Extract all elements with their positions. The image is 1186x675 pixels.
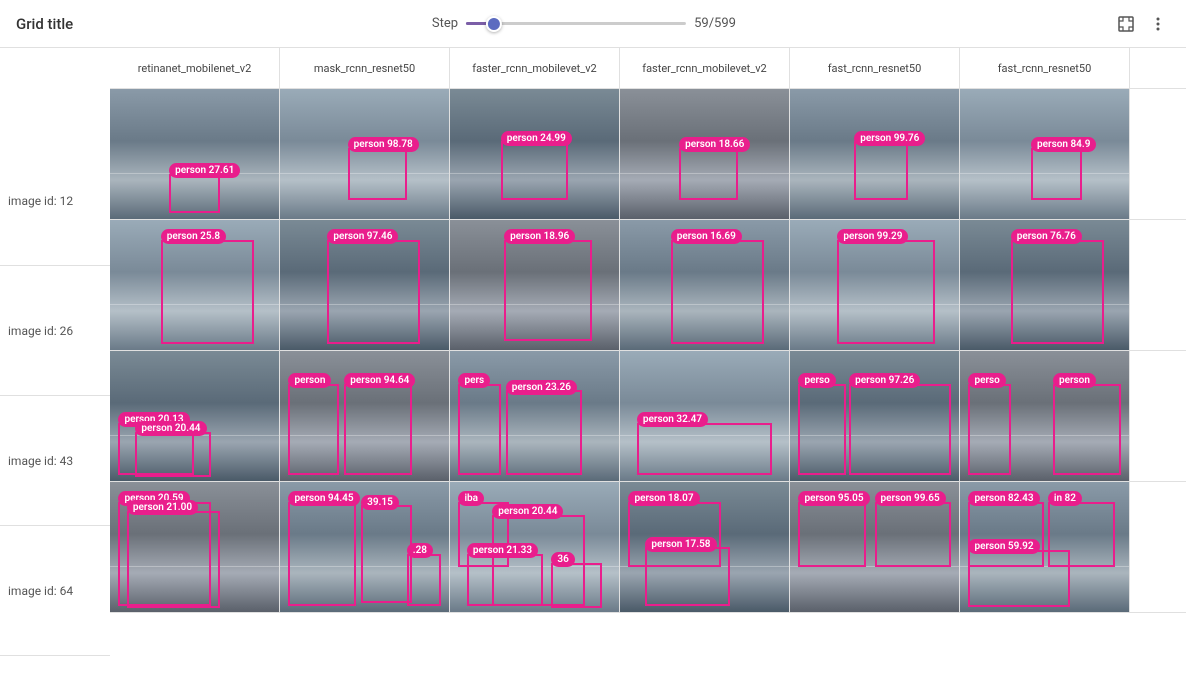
grid-cell-0-1: person 98.78 [280, 89, 450, 219]
grid-row-0: person 27.61 person 98.78 person 24.99 pers… [110, 89, 1186, 220]
grid-cell-0-0: person 27.61 [110, 89, 280, 219]
detection-label-0-2-0: person 24.99 [501, 131, 572, 146]
detection-label-1-0-0: person 25.8 [161, 229, 226, 244]
detection-label-2-0-1: person 20.44 [135, 421, 206, 436]
row-label-2: image id: 43 [0, 396, 110, 526]
grid-cell-1-4: person 99.29 [790, 220, 960, 350]
grid-cell-0-4: person 99.76 [790, 89, 960, 219]
detection-label-3-1-2: .28 [407, 543, 433, 558]
grid-cell-3-2: iba person 20.44 person 21.33 36 [450, 482, 620, 612]
grid-cell-2-4: perso person 97.26 [790, 351, 960, 481]
grid-title: Grid title [16, 15, 73, 33]
col-header-1: mask_rcnn_resnet50 [280, 48, 450, 88]
detection-label-1-4-0: person 99.29 [837, 229, 908, 244]
col-header-5: fast_rcnn_resnet50 [960, 48, 1130, 88]
step-label: Step [432, 16, 458, 31]
grid-cell-0-5: person 84.9 [960, 89, 1130, 219]
detection-label-2-2-1: person 23.26 [506, 380, 577, 395]
grid-rows: person 27.61 person 98.78 person 24.99 pers… [110, 89, 1186, 613]
detection-label-2-4-0: perso [798, 373, 835, 388]
detection-label-3-5-1: in 82 [1048, 491, 1082, 506]
row-labels: image id: 12image id: 26image id: 43imag… [0, 48, 110, 675]
grid-cell-3-5: person 82.43 in 82 person 59.92 [960, 482, 1130, 612]
detection-label-3-1-0: person 94.45 [288, 491, 359, 506]
grid-cell-2-0: person 20.13person 20.44 [110, 351, 280, 481]
row-label-container: image id: 12image id: 26image id: 43imag… [0, 136, 110, 656]
detection-label-0-0-0: person 27.61 [169, 163, 240, 178]
grid-row-3: person 20.59person 21.00person 94.4539.1… [110, 482, 1186, 613]
grid-cell-1-5: person 76.76 [960, 220, 1130, 350]
expand-button[interactable] [1114, 12, 1138, 36]
detection-label-3-2-3: 36 [551, 552, 574, 567]
detection-label-2-3-0: person 32.47 [637, 412, 708, 427]
grid-row-1: person 25.8 person 97.46 person 18.96 perso… [110, 220, 1186, 351]
detection-label-2-1-0: person [288, 373, 331, 388]
grid-cell-2-2: pers person 23.26 [450, 351, 620, 481]
grid-cell-1-0: person 25.8 [110, 220, 280, 350]
detection-label-1-5-0: person 76.76 [1011, 229, 1082, 244]
col-header-0: retinanet_mobilenet_v2 [110, 48, 280, 88]
grid-cell-3-1: person 94.4539.15 .28 [280, 482, 450, 612]
grid-cell-3-4: person 95.05 person 99.65 [790, 482, 960, 612]
detection-label-3-2-1: person 20.44 [492, 504, 563, 519]
col-header-2: faster_rcnn_mobilevet_v2 [450, 48, 620, 88]
detection-label-0-1-0: person 98.78 [348, 137, 419, 152]
grid-cell-0-2: person 24.99 [450, 89, 620, 219]
grid-cell-1-3: person 16.69 [620, 220, 790, 350]
grid-cell-2-1: person person 94.64 [280, 351, 450, 481]
detection-label-2-4-1: person 97.26 [849, 373, 920, 388]
detection-label-3-0-1: person 21.00 [127, 500, 198, 515]
header-icons [1114, 12, 1170, 36]
grid-cell-1-2: person 18.96 [450, 220, 620, 350]
grid-area: retinanet_mobilenet_v2mask_rcnn_resnet50… [110, 48, 1186, 675]
grid-cell-2-5: perso person [960, 351, 1130, 481]
col-header-4: fast_rcnn_resnet50 [790, 48, 960, 88]
detection-label-3-3-0: person 18.07 [628, 491, 699, 506]
row-label-0: image id: 12 [0, 136, 110, 266]
detection-label-0-4-0: person 99.76 [854, 131, 925, 146]
row-label-1: image id: 26 [0, 266, 110, 396]
detection-label-2-2-0: pers [458, 373, 490, 388]
detection-label-3-2-0: iba [458, 491, 484, 506]
detection-label-1-3-0: person 16.69 [671, 229, 742, 244]
step-control: Step 59/599 [432, 16, 754, 31]
detection-label-0-3-0: person 18.66 [679, 137, 750, 152]
col-header-3: faster_rcnn_mobilevet_v2 [620, 48, 790, 88]
row-label-spacer [0, 96, 110, 136]
detection-label-3-2-2: person 21.33 [467, 543, 538, 558]
main-content: image id: 12image id: 26image id: 43imag… [0, 48, 1186, 675]
detection-label-0-5-0: person 84.9 [1031, 137, 1096, 152]
col-headers: retinanet_mobilenet_v2mask_rcnn_resnet50… [110, 48, 1186, 89]
more-options-button[interactable] [1146, 12, 1170, 36]
grid-cell-0-3: person 18.66 [620, 89, 790, 219]
detection-label-1-2-0: person 18.96 [504, 229, 575, 244]
detection-label-2-5-0: perso [968, 373, 1005, 388]
detection-label-1-1-0: person 97.46 [327, 229, 398, 244]
detection-label-3-4-0: person 95.05 [798, 491, 869, 506]
detection-label-3-5-0: person 82.43 [968, 491, 1039, 506]
detection-label-3-5-2: person 59.92 [968, 539, 1039, 554]
grid-cell-1-1: person 97.46 [280, 220, 450, 350]
step-slider[interactable] [466, 22, 686, 25]
detection-label-2-1-1: person 94.64 [344, 373, 415, 388]
grid-cell-2-3: person 32.47 [620, 351, 790, 481]
grid-cell-3-0: person 20.59person 21.00 [110, 482, 280, 612]
grid-row-2: person 20.13person 20.44 person person 94.… [110, 351, 1186, 482]
grid-cell-3-3: person 18.07 person 17.58 [620, 482, 790, 612]
header: Grid title Step 59/599 [0, 0, 1186, 48]
detection-label-2-5-1: person [1053, 373, 1096, 388]
detection-label-3-4-1: person 99.65 [875, 491, 946, 506]
step-value: 59/599 [694, 16, 754, 31]
row-label-3: image id: 64 [0, 526, 110, 656]
detection-label-3-3-1: person 17.58 [645, 537, 716, 552]
detection-label-3-1-1: 39.15 [361, 495, 399, 510]
